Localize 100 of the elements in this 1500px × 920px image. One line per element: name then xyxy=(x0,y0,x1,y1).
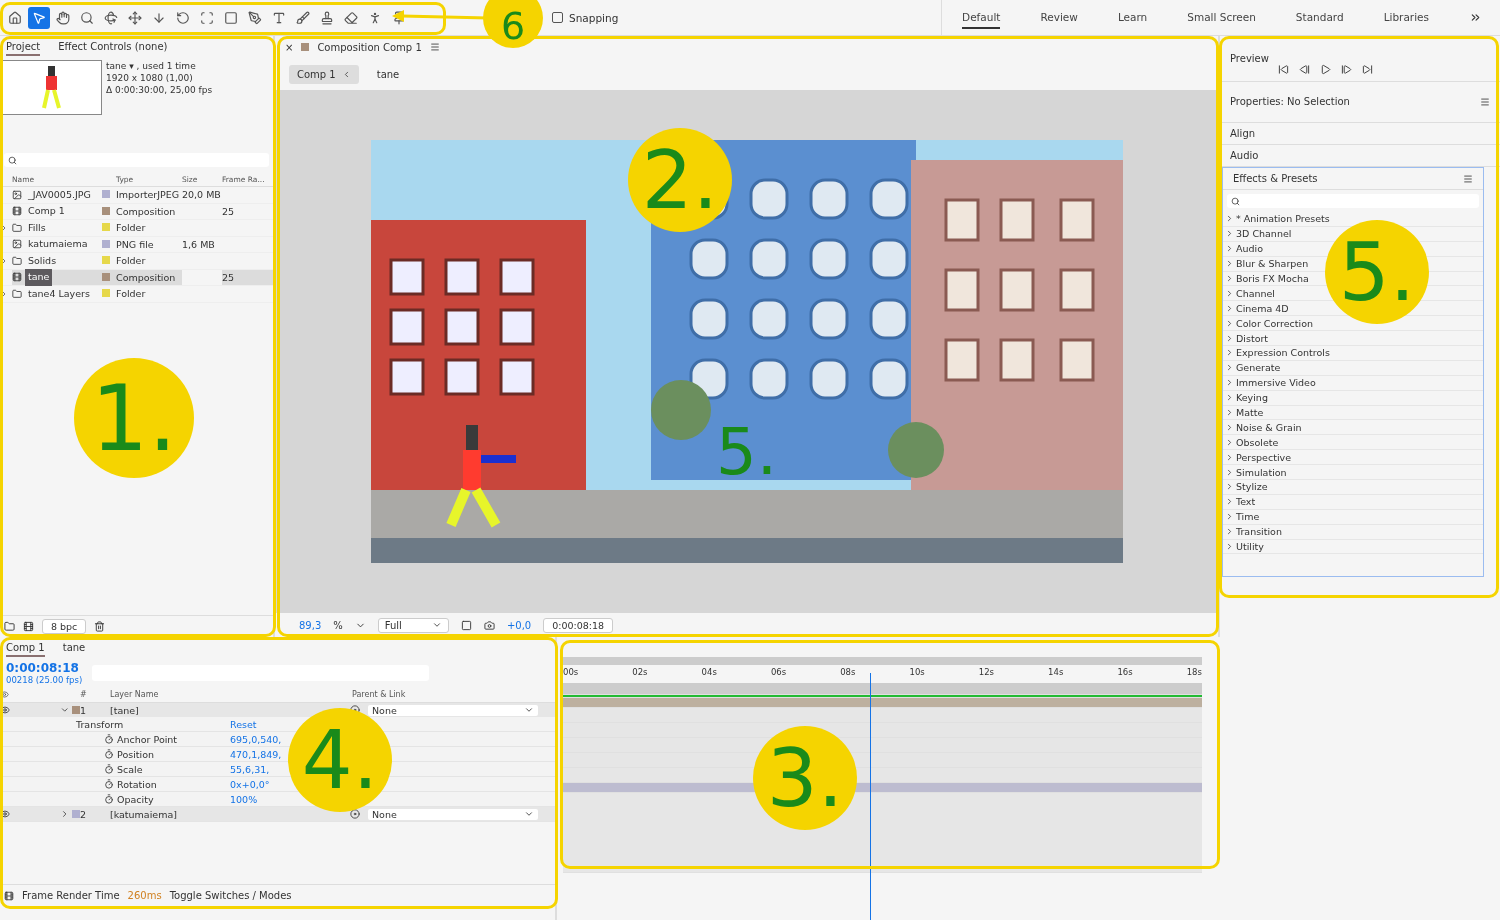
pointer-icon[interactable] xyxy=(28,6,50,29)
time-tick: 08s xyxy=(840,667,856,679)
zoom-value[interactable]: 89,3 xyxy=(299,619,322,631)
property-value[interactable]: 100% xyxy=(230,793,258,805)
close-button[interactable]: × xyxy=(285,41,294,53)
panel-title[interactable]: Audio xyxy=(1230,150,1259,161)
eye-icon xyxy=(0,690,9,699)
skip-back-icon[interactable] xyxy=(1277,64,1289,75)
timecode[interactable]: 0:00:08:18 xyxy=(6,661,83,675)
toggle-button[interactable]: Toggle Switches / Modes xyxy=(169,890,292,901)
stopwatch-icon[interactable] xyxy=(104,764,114,774)
menu-icon[interactable] xyxy=(1480,96,1490,107)
effect-category[interactable]: Obsolete xyxy=(1223,435,1483,451)
film-icon[interactable] xyxy=(23,621,34,632)
stopwatch-icon[interactable] xyxy=(104,794,114,804)
property-value[interactable]: 470,1,849, xyxy=(230,748,282,760)
effect-category[interactable]: Time xyxy=(1223,509,1483,525)
workspace-tab[interactable]: Learn xyxy=(1117,6,1148,29)
eye-icon[interactable] xyxy=(0,705,10,715)
eye-icon[interactable] xyxy=(0,809,10,819)
group-name[interactable]: Transform xyxy=(76,718,230,730)
time-tick: 06s xyxy=(770,667,787,679)
info-text: tane ▾ , used 1 time xyxy=(106,60,197,72)
effect-category[interactable]: Generate xyxy=(1223,360,1483,376)
parent-dropdown[interactable]: None xyxy=(368,808,538,820)
stopwatch-icon[interactable] xyxy=(104,734,114,744)
workspace-tab[interactable]: Libraries xyxy=(1383,6,1429,29)
property-value[interactable]: 55,6,31, xyxy=(230,763,270,775)
layer-number: 1 xyxy=(80,704,87,716)
project-item[interactable]: Fills xyxy=(25,219,49,236)
stopwatch-icon[interactable] xyxy=(104,749,114,759)
skip-forward-icon[interactable] xyxy=(1361,64,1373,75)
parent-dropdown[interactable]: None xyxy=(368,704,538,716)
property-value[interactable]: 695,0,540, xyxy=(230,733,282,745)
project-item[interactable]: _JAV0005.JPG xyxy=(25,186,94,203)
menu-icon[interactable] xyxy=(429,42,440,52)
image-icon xyxy=(12,239,22,250)
effect-category[interactable]: Immersive Video xyxy=(1223,375,1483,391)
table-cell: Folder xyxy=(116,286,182,303)
search-field[interactable] xyxy=(4,153,269,167)
effect-category[interactable]: Stylize xyxy=(1223,480,1483,495)
folder-icon[interactable] xyxy=(4,621,15,632)
effect-category[interactable]: Matte xyxy=(1223,405,1483,421)
project-item[interactable]: katumaiema xyxy=(25,236,91,253)
timeline-tab[interactable]: tane xyxy=(62,639,86,657)
property-value[interactable]: 0x+0,0° xyxy=(230,778,270,790)
breadcrumb[interactable]: tane xyxy=(368,64,408,84)
project-item[interactable]: Comp 1 xyxy=(25,203,68,220)
exposure-value[interactable]: +0,0 xyxy=(506,619,532,631)
panel-tab[interactable]: Project xyxy=(6,38,41,56)
camera-icon[interactable] xyxy=(483,619,495,631)
expand-icon[interactable] xyxy=(0,289,8,298)
effect-category[interactable]: Utility xyxy=(1223,539,1483,555)
resolution-dropdown[interactable]: Full xyxy=(377,617,449,633)
time-tick: 04s xyxy=(701,667,717,679)
timeline-tab[interactable]: Comp 1 xyxy=(6,639,45,657)
search-icon xyxy=(8,155,17,165)
step-forward-icon[interactable] xyxy=(1340,64,1352,75)
effect-category[interactable]: Expression Controls xyxy=(1223,346,1483,361)
effect-category[interactable]: Simulation xyxy=(1223,465,1483,481)
project-item[interactable]: tane xyxy=(25,269,53,286)
grid-icon[interactable] xyxy=(460,619,472,631)
layer-number: 2 xyxy=(80,808,87,820)
snapping-checkbox[interactable]: Snapping xyxy=(552,11,619,24)
stopwatch-icon[interactable] xyxy=(104,779,114,789)
expand-icon[interactable] xyxy=(0,256,8,265)
more-icon[interactable] xyxy=(1469,11,1482,24)
workspace-tab[interactable]: Review xyxy=(1040,6,1078,29)
workspace-tab[interactable]: Default xyxy=(962,6,1001,29)
panel-tab[interactable]: Effect Controls (none) xyxy=(58,38,168,56)
bit-depth-button[interactable]: 8 bpc xyxy=(42,619,87,634)
step-back-icon[interactable] xyxy=(1298,64,1310,75)
effect-category[interactable]: Text xyxy=(1223,494,1483,510)
chevron-down-icon xyxy=(431,620,442,630)
panel-tab[interactable]: Composition Comp 1 xyxy=(317,41,422,53)
effect-category[interactable]: Transition xyxy=(1223,524,1483,540)
workspace-tab[interactable]: Small Screen xyxy=(1187,6,1256,29)
expand-icon[interactable] xyxy=(60,705,70,715)
expand-icon[interactable] xyxy=(0,223,8,232)
menu-icon[interactable] xyxy=(1463,173,1473,184)
effect-category[interactable]: Distort xyxy=(1223,331,1483,346)
panel-title[interactable]: Align xyxy=(1230,128,1256,139)
current-time-field[interactable]: 0:00:08:18 xyxy=(543,617,614,633)
workspace-tab[interactable]: Standard xyxy=(1295,6,1344,29)
layer-name[interactable]: [tane] xyxy=(110,704,139,716)
trash-icon[interactable] xyxy=(94,621,106,632)
effect-category[interactable]: Perspective xyxy=(1223,450,1483,466)
breadcrumb[interactable]: Comp 1 xyxy=(289,64,359,84)
chevron-down-icon xyxy=(524,705,534,715)
project-item[interactable]: tane4 Layers xyxy=(25,285,93,302)
play-icon[interactable] xyxy=(1319,64,1331,75)
layer-name[interactable]: [katumaiema] xyxy=(110,808,177,820)
film-icon[interactable] xyxy=(4,890,14,901)
effect-category[interactable]: Noise & Grain xyxy=(1223,420,1483,436)
search-field[interactable] xyxy=(1227,194,1479,208)
panel-title[interactable]: Properties: No Selection xyxy=(1230,96,1350,107)
reset-link[interactable]: Reset xyxy=(230,718,257,730)
percent-text: % xyxy=(333,619,343,631)
project-item[interactable]: Solids xyxy=(25,252,60,269)
effect-category[interactable]: Keying xyxy=(1223,390,1483,406)
